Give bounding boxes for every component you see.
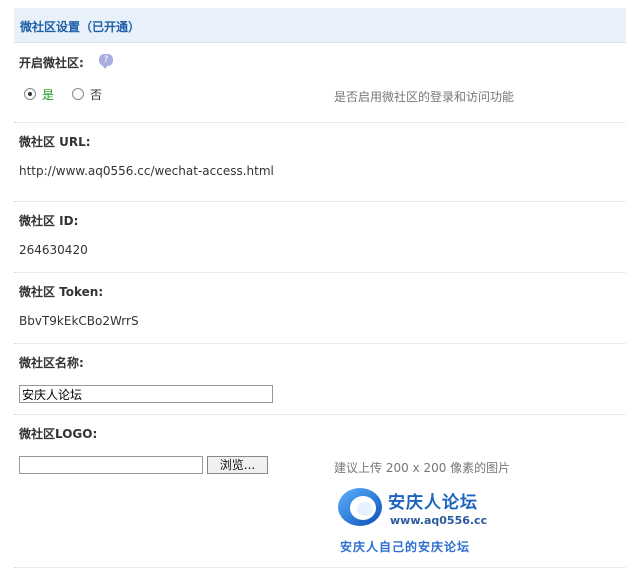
- brand-url: www.aq0556.cc: [390, 514, 488, 527]
- brand-title: 安庆人论坛: [388, 493, 478, 513]
- divider: [14, 414, 626, 415]
- speech-bubble-icon[interactable]: ?: [99, 54, 113, 69]
- enable-hint: 是否启用微社区的登录和访问功能: [334, 90, 515, 104]
- radio-no[interactable]: [72, 88, 85, 100]
- section-header: 微社区设置（已开通）: [14, 8, 626, 43]
- token-label: 微社区 Token:: [19, 285, 104, 299]
- enable-label: 开启微社区:: [19, 56, 84, 70]
- enable-radio-group: 是 否: [24, 86, 120, 102]
- divider: [14, 201, 626, 202]
- radio-yes-label[interactable]: 是: [42, 86, 54, 103]
- divider: [14, 272, 626, 273]
- url-value: http://www.aq0556.cc/wechat-access.html: [19, 164, 274, 178]
- divider: [14, 343, 626, 344]
- divider: [14, 122, 626, 123]
- logo-hint: 建议上传 200 x 200 像素的图片: [334, 461, 511, 475]
- divider: [14, 567, 626, 568]
- name-label: 微社区名称:: [19, 356, 84, 370]
- brand-slogan: 安庆人自己的安庆论坛: [340, 540, 471, 554]
- logo-label: 微社区LOGO:: [19, 427, 98, 441]
- id-label: 微社区 ID:: [19, 214, 79, 228]
- radio-no-label[interactable]: 否: [90, 86, 102, 103]
- radio-yes[interactable]: [24, 88, 36, 100]
- url-label: 微社区 URL:: [19, 135, 91, 149]
- token-value: BbvT9kEkCBo2WrrS: [19, 314, 139, 328]
- browse-button[interactable]: 浏览...: [207, 456, 268, 474]
- id-value: 264630420: [19, 243, 88, 257]
- brand-logo: 安庆人论坛 www.aq0556.cc 安庆人自己的安庆论坛: [336, 486, 496, 556]
- name-input[interactable]: [19, 385, 273, 403]
- brand-logo-ring-icon: [338, 488, 382, 526]
- logo-file-input[interactable]: [19, 456, 203, 474]
- section-title: 微社区设置（已开通）: [20, 20, 141, 34]
